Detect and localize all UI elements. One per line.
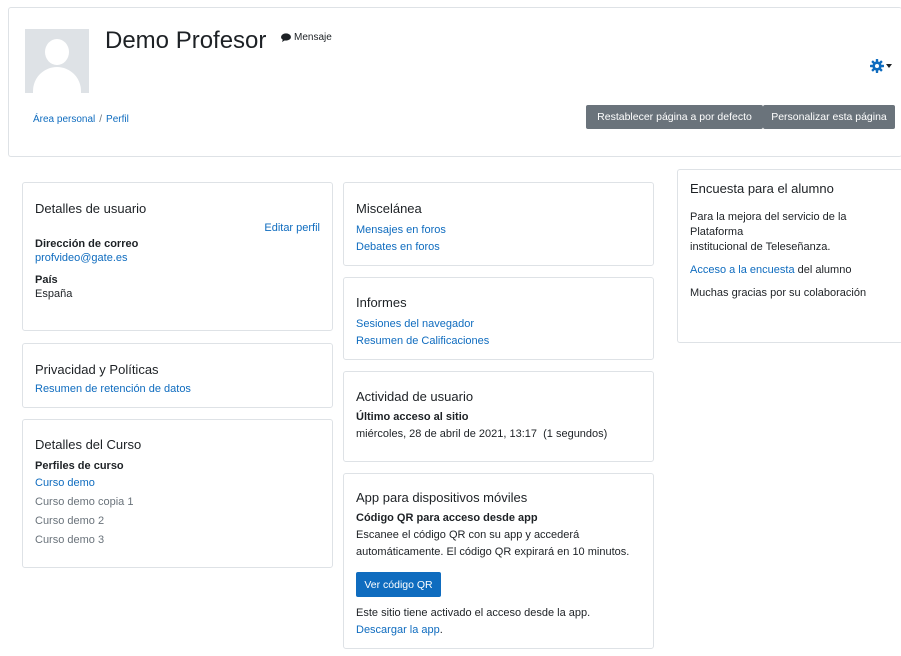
forum-posts-link[interactable]: Mensajes en foros <box>356 224 446 236</box>
download-app-link[interactable]: Descargar la app <box>356 624 440 636</box>
course-profiles-label: Perfiles de curso <box>35 460 124 472</box>
survey-access-suffix: del alumno <box>794 264 852 276</box>
breadcrumb-area-personal[interactable]: Área personal <box>33 114 95 125</box>
course-link[interactable]: Curso demo <box>35 477 95 489</box>
mobile-app-card: App para dispositivos móviles Código QR … <box>343 473 654 649</box>
grades-overview-link[interactable]: Resumen de Calificaciones <box>356 335 489 347</box>
view-qr-button[interactable]: Ver código QR <box>356 572 441 597</box>
forum-discussions-link[interactable]: Debates en foros <box>356 241 440 253</box>
privacy-card: Privacidad y Políticas Resumen de retenc… <box>22 343 333 408</box>
course-details-title: Detalles del Curso <box>35 437 142 452</box>
data-retention-link[interactable]: Resumen de retención de datos <box>35 383 191 395</box>
browser-sessions-link[interactable]: Sesiones del navegador <box>356 318 474 330</box>
misc-title: Miscelánea <box>356 201 422 216</box>
message-label: Mensaje <box>294 32 332 43</box>
survey-title: Encuesta para el alumno <box>690 181 834 196</box>
survey-text: institucional de Teleseñanza. <box>690 241 831 253</box>
page-title: Demo Profesor <box>105 27 267 54</box>
survey-thanks: Muchas gracias por su colaboración <box>690 287 867 299</box>
country-value: España <box>35 288 73 300</box>
breadcrumb-separator: / <box>99 114 103 125</box>
reports-card: Informes Sesiones del navegador Resumen … <box>343 277 654 360</box>
last-access-label: Último acceso al sitio <box>356 411 469 423</box>
breadcrumb: Área personal / Perfil <box>33 114 129 125</box>
avatar[interactable] <box>25 29 89 93</box>
qr-text: automáticamente. El código QR expirará e… <box>356 546 630 558</box>
settings-menu[interactable] <box>870 59 892 73</box>
message-link[interactable]: Mensaje <box>281 32 332 43</box>
user-details-title: Detalles de usuario <box>35 201 147 216</box>
last-access-value: miércoles, 28 de abril de 2021, 13:17 (1… <box>356 428 608 440</box>
misc-card: Miscelánea Mensajes en foros Debates en … <box>343 182 654 266</box>
speech-bubble-icon <box>281 33 291 42</box>
survey-text: Para la mejora del servicio de la Plataf… <box>690 211 847 238</box>
course-link[interactable]: Curso demo 3 <box>35 532 320 549</box>
email-link[interactable]: profvideo@gate.es <box>35 252 128 264</box>
privacy-title: Privacidad y Políticas <box>35 362 159 377</box>
qr-text: Escanee el código QR con su app y accede… <box>356 529 580 541</box>
customize-page-button[interactable]: Personalizar esta página <box>763 105 895 129</box>
course-details-card: Detalles del Curso Perfiles de curso Cur… <box>22 419 333 568</box>
app-access-text: Este sitio tiene activado el acceso desd… <box>356 607 591 619</box>
survey-card: Encuesta para el alumno Para la mejora d… <box>677 169 901 343</box>
gear-icon <box>870 59 884 73</box>
edit-profile-link[interactable]: Editar perfil <box>264 222 320 234</box>
qr-label: Código QR para acceso desde app <box>356 512 538 524</box>
reset-page-button[interactable]: Restablecer página a por defecto <box>586 105 763 129</box>
survey-access-link[interactable]: Acceso a la encuesta <box>690 264 795 276</box>
course-link[interactable]: Curso demo 2 <box>35 513 320 530</box>
course-link[interactable]: Curso demo copia 1 <box>35 494 320 511</box>
activity-title: Actividad de usuario <box>356 389 474 404</box>
mobile-app-title: App para dispositivos móviles <box>356 490 528 505</box>
email-label: Dirección de correo <box>35 238 139 250</box>
reports-title: Informes <box>356 295 407 310</box>
breadcrumb-perfil[interactable]: Perfil <box>106 114 129 125</box>
country-label: País <box>35 274 58 286</box>
download-suffix: . <box>439 624 443 636</box>
activity-card: Actividad de usuario Último acceso al si… <box>343 371 654 462</box>
page-header: Demo Profesor Mensaje Área personal / Perf… <box>8 7 901 157</box>
caret-down-icon <box>886 64 892 68</box>
user-details-card: Detalles de usuario Editar perfil Direcc… <box>22 182 333 331</box>
